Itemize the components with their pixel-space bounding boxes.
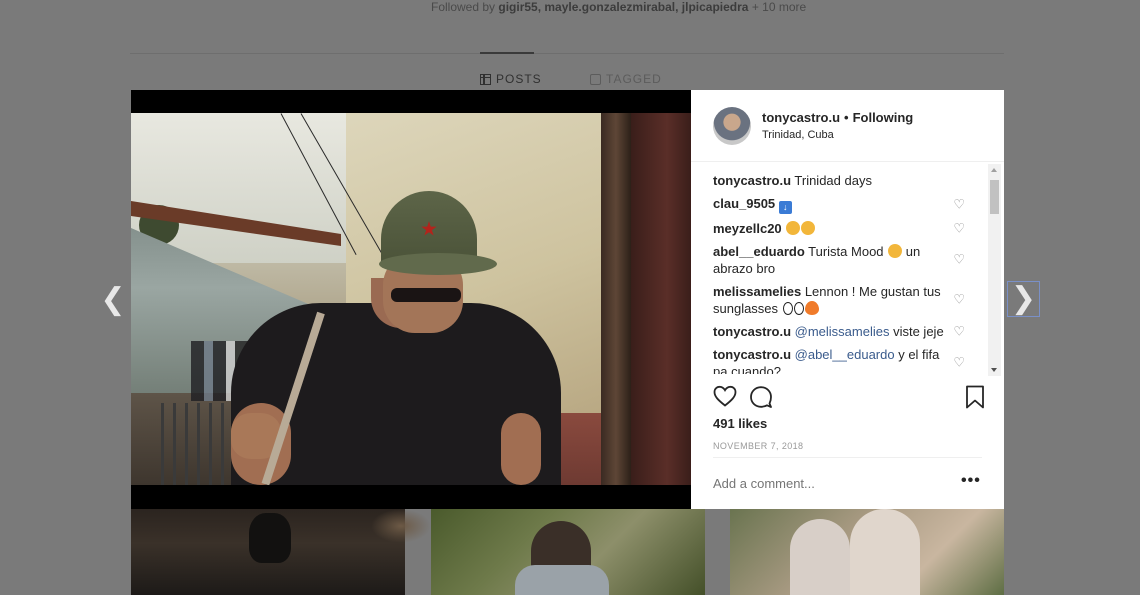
- post-actions: [713, 385, 985, 411]
- blue-square-emoji-icon: ↓: [778, 201, 792, 214]
- comment-item: melissamelies Lennon ! Me gustan tus sun…: [713, 283, 975, 317]
- smiley-emoji-icon: [786, 221, 801, 235]
- next-post-arrow[interactable]: ❯: [1007, 281, 1040, 317]
- bookmark-icon[interactable]: [965, 385, 985, 409]
- add-comment-divider: [713, 457, 982, 458]
- add-comment-input[interactable]: [713, 476, 933, 491]
- like-comment-heart-icon[interactable]: ♡: [953, 220, 965, 237]
- tab-tagged-label: TAGGED: [606, 72, 662, 86]
- followed-by-more[interactable]: + 10 more: [752, 0, 806, 14]
- comments-scrollbar[interactable]: [988, 164, 1001, 376]
- comments-list[interactable]: tonycastro.u Trinidad days clau_9505 ↓ ♡…: [713, 172, 975, 374]
- comment-user[interactable]: tonycastro.u: [713, 173, 791, 188]
- comment-user[interactable]: tonycastro.u: [713, 324, 791, 339]
- comment-item: clau_9505 ↓ ♡: [713, 195, 975, 214]
- profile-divider: [130, 53, 1004, 54]
- post-username[interactable]: tonycastro.u: [762, 110, 840, 125]
- comment-user[interactable]: clau_9505: [713, 196, 775, 211]
- grid-thumbnail-3[interactable]: [730, 509, 1004, 595]
- tag-icon: [590, 73, 601, 85]
- scroll-up-arrow-icon[interactable]: [991, 168, 997, 172]
- like-heart-icon[interactable]: [713, 385, 737, 407]
- like-comment-heart-icon[interactable]: ♡: [953, 323, 965, 340]
- previous-post-arrow[interactable]: ❮: [98, 285, 128, 316]
- tab-posts-label: POSTS: [496, 72, 542, 86]
- comment-user[interactable]: abel__eduardo: [713, 244, 805, 259]
- grid-icon: [480, 73, 491, 85]
- grid-thumbnail-1[interactable]: [131, 509, 431, 595]
- chevron-right-icon: ❯: [1010, 281, 1037, 316]
- scroll-thumb[interactable]: [990, 180, 999, 214]
- post-modal: tonycastro.u • Following Trinidad, Cuba to…: [131, 90, 1004, 509]
- comment-text: Trinidad days: [794, 173, 872, 188]
- likes-count[interactable]: 491 likes: [713, 416, 767, 431]
- comment-mention[interactable]: @melissamelies: [795, 324, 890, 339]
- laughing-emoji-icon: [888, 244, 903, 258]
- comment-item: abel__eduardo Turista Mood un abrazo bro…: [713, 243, 975, 277]
- following-button[interactable]: Following: [853, 110, 914, 125]
- post-header: tonycastro.u • Following Trinidad, Cuba: [691, 90, 1004, 162]
- fire-emoji-icon: [804, 301, 819, 315]
- followed-by-prefix: Followed by: [431, 0, 496, 14]
- comment-item: meyzellc20 ♡: [713, 220, 975, 237]
- comment-mention[interactable]: @abel__eduardo: [795, 347, 895, 362]
- comment-user[interactable]: tonycastro.u: [713, 347, 791, 362]
- like-comment-heart-icon[interactable]: ♡: [953, 292, 965, 309]
- followed-by-users[interactable]: gigir55, mayle.gonzalezmirabal, jlpicapi…: [498, 0, 748, 14]
- post-location[interactable]: Trinidad, Cuba: [762, 129, 913, 141]
- comment-user[interactable]: melissamelies: [713, 284, 801, 299]
- tab-active-indicator: [480, 52, 534, 54]
- grid-thumbnail-2[interactable]: [431, 509, 705, 595]
- eyes-emoji-icon: [782, 302, 793, 315]
- post-photo[interactable]: [131, 90, 691, 509]
- post-date: NOVEMBER 7, 2018: [713, 441, 804, 451]
- comment-item: tonycastro.u @abel__eduardo y el fifa pa…: [713, 346, 975, 374]
- comment-user[interactable]: meyzellc20: [713, 221, 782, 236]
- smiley-emoji-icon: [801, 221, 816, 235]
- scroll-down-arrow-icon[interactable]: [991, 368, 997, 372]
- chevron-left-icon: ❮: [100, 282, 126, 317]
- tab-posts[interactable]: POSTS: [480, 72, 542, 86]
- avatar[interactable]: [713, 106, 751, 145]
- comment-bubble-icon[interactable]: [749, 385, 773, 409]
- eyes-emoji-icon: [793, 302, 804, 315]
- like-comment-heart-icon[interactable]: ♡: [953, 196, 965, 213]
- post-side-panel: tonycastro.u • Following Trinidad, Cuba to…: [691, 90, 1004, 509]
- more-options-icon[interactable]: •••: [961, 473, 981, 489]
- comment-text: viste jeje: [893, 324, 944, 339]
- like-comment-heart-icon[interactable]: ♡: [953, 355, 965, 372]
- post-image: [131, 113, 691, 485]
- comment-caption: tonycastro.u Trinidad days: [713, 172, 975, 189]
- followed-by-text: Followed by gigir55, mayle.gonzalezmirab…: [431, 0, 806, 14]
- comment-text: Turista Mood: [808, 244, 884, 259]
- like-comment-heart-icon[interactable]: ♡: [953, 252, 965, 269]
- tab-tagged[interactable]: TAGGED: [590, 72, 662, 86]
- comment-item: tonycastro.u @melissamelies viste jeje ♡: [713, 323, 975, 340]
- separator-dot: •: [844, 110, 849, 125]
